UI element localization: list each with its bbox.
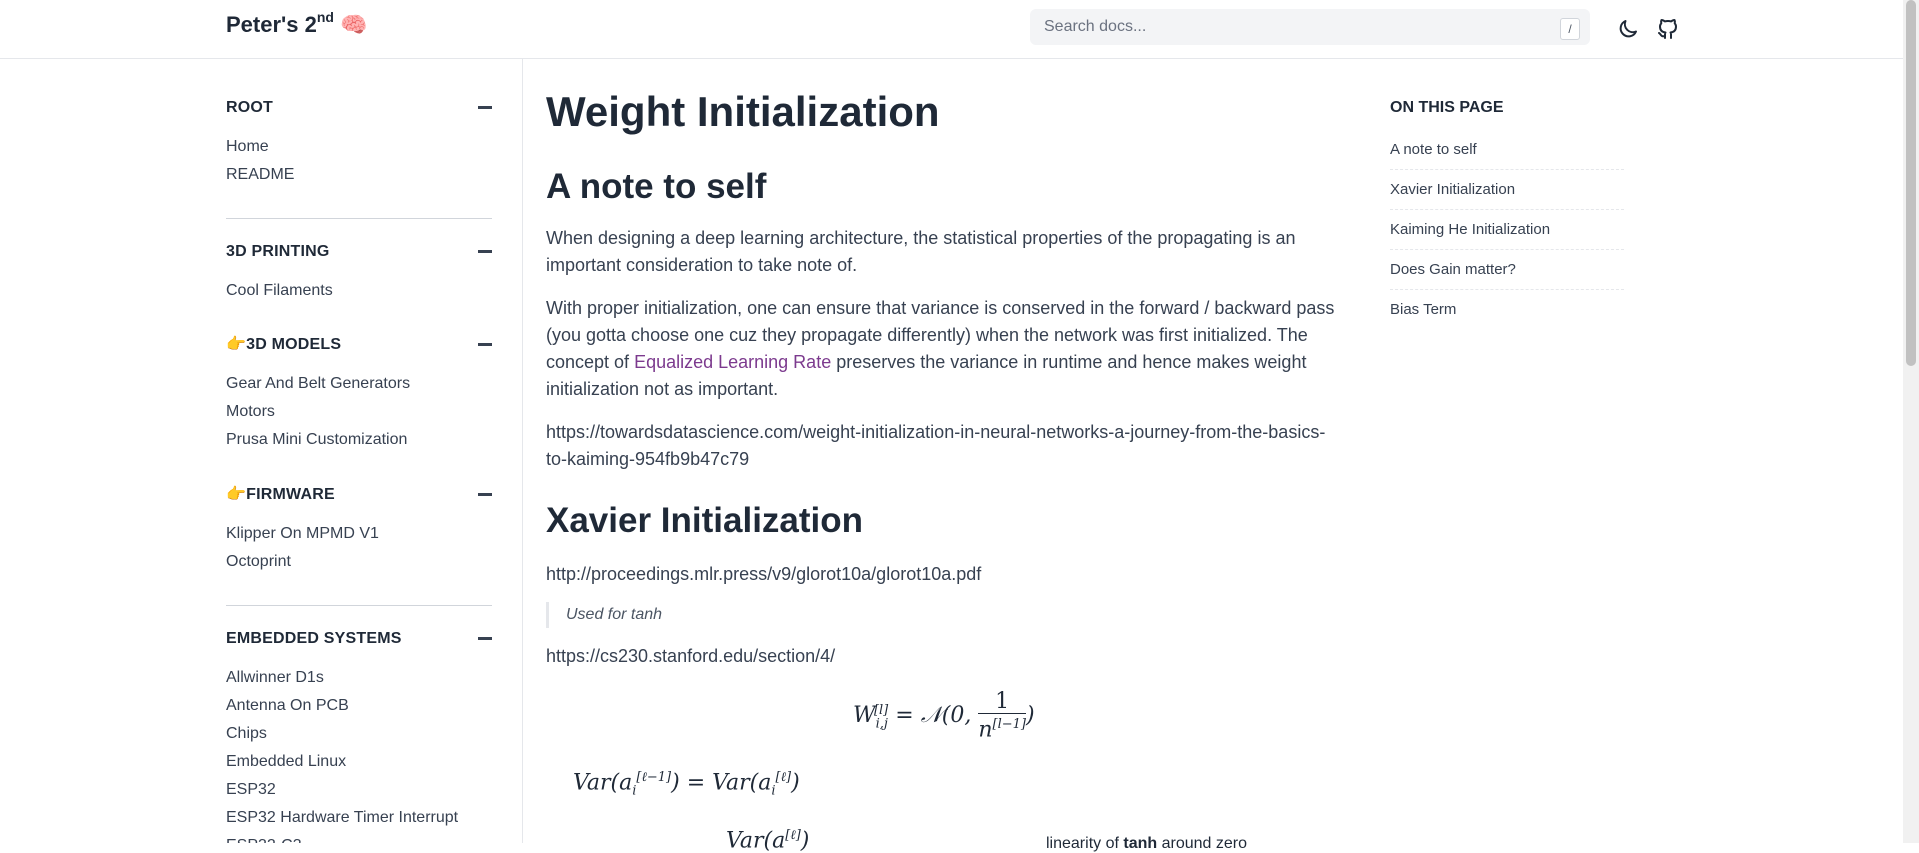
toc-item-bias[interactable]: Bias Term xyxy=(1390,290,1624,329)
toc-item-kaiming[interactable]: Kaiming He Initialization xyxy=(1390,210,1624,250)
collapse-icon[interactable] xyxy=(478,250,492,253)
reference-url-stanford: https://cs230.stanford.edu/section/4/ xyxy=(546,646,836,666)
section-title-text: ROOT xyxy=(226,99,274,116)
section-title-text: 👉3D MODELS xyxy=(226,336,342,353)
collapse-icon[interactable] xyxy=(478,493,492,496)
heading-note-to-self: A note to self xyxy=(546,167,767,206)
equalized-learning-rate-link[interactable]: Equalized Learning Rate xyxy=(634,352,831,372)
moon-icon[interactable] xyxy=(1616,17,1640,41)
sidebar-nav: ROOT Home README 3D PRINTING Cool Filame… xyxy=(0,59,523,843)
partial-text-2: around zero xyxy=(1161,835,1247,852)
sidebar-section-3d-printing: 3D PRINTING Cool Filaments xyxy=(226,241,492,305)
collapse-icon[interactable] xyxy=(478,637,492,640)
sidebar-section-firmware: 👉FIRMWARE Klipper On MPMD V1 Octoprint xyxy=(226,484,492,576)
partial-text-bold: tanh xyxy=(1123,835,1158,852)
sidebar-item-allwinner[interactable]: Allwinner D1s xyxy=(226,664,492,692)
sidebar-section-title[interactable]: 3D PRINTING xyxy=(226,241,492,263)
reference-url-towardsdatascience: https://towardsdatascience.com/weight-in… xyxy=(546,422,1326,469)
sidebar-item-readme[interactable]: README xyxy=(226,161,492,189)
sidebar-section-embedded: EMBEDDED SYSTEMS Allwinner D1s Antenna O… xyxy=(226,628,492,843)
sidebar-item-esp32-c3[interactable]: ESP32-C3 xyxy=(226,832,492,843)
sidebar-item-motors[interactable]: Motors xyxy=(226,398,492,426)
blockquote: Used for tanh xyxy=(546,602,662,628)
partial-text: linearity of tanh around zero xyxy=(1046,835,1247,853)
sidebar-item-cool-filaments[interactable]: Cool Filaments xyxy=(226,277,492,305)
toc-title: ON THIS PAGE xyxy=(1390,99,1504,116)
sidebar-section-root: ROOT Home README xyxy=(226,97,492,189)
heading-xavier: Xavier Initialization xyxy=(546,501,864,540)
sidebar-item-esp32-timer[interactable]: ESP32 Hardware Timer Interrupt xyxy=(226,804,492,832)
section-title-text: 👉FIRMWARE xyxy=(226,486,335,503)
section-title-text: EMBEDDED SYSTEMS xyxy=(226,630,402,647)
sidebar-section-title[interactable]: EMBEDDED SYSTEMS xyxy=(226,628,492,650)
sidebar-item-gear-belt[interactable]: Gear And Belt Generators xyxy=(226,370,492,398)
sidebar-section-title[interactable]: 👉3D MODELS xyxy=(226,334,492,356)
toc-item-note[interactable]: A note to self xyxy=(1390,130,1624,170)
partial-formula: Var(a[ℓ]) xyxy=(726,828,810,853)
toc-item-xavier[interactable]: Xavier Initialization xyxy=(1390,170,1624,210)
partial-text-1: linearity of xyxy=(1046,835,1119,852)
search-box[interactable]: / xyxy=(1030,9,1590,45)
page-title: Weight Initialization xyxy=(546,88,940,135)
sidebar-item-esp32[interactable]: ESP32 xyxy=(226,776,492,804)
site-brand[interactable]: Peter's 2nd 🧠 xyxy=(226,9,368,38)
sidebar-section-title[interactable]: 👉FIRMWARE xyxy=(226,484,492,506)
brand-sup[interactable]: nd xyxy=(317,9,334,25)
brain-icon: 🧠 xyxy=(339,12,368,37)
sidebar-divider xyxy=(226,605,492,606)
paragraph-intro: When designing a deep learning architect… xyxy=(546,228,1296,275)
variance-formula: Var(ai[ℓ−1]) = Var(ai[ℓ]) xyxy=(573,770,800,799)
paragraph-initialization: With proper initialization, one can ensu… xyxy=(546,295,1346,403)
sidebar-item-prusa-mini[interactable]: Prusa Mini Customization xyxy=(226,426,492,454)
sidebar-divider xyxy=(226,218,492,219)
sidebar-item-chips[interactable]: Chips xyxy=(226,720,492,748)
sidebar-item-klipper[interactable]: Klipper On MPMD V1 xyxy=(226,520,492,548)
toc-item-gain[interactable]: Does Gain matter? xyxy=(1390,250,1624,290)
reference-url-glorot: http://proceedings.mlr.press/v9/glorot10… xyxy=(546,564,982,584)
page-scrollbar[interactable] xyxy=(1903,0,1919,843)
search-shortcut-key: / xyxy=(1560,18,1580,40)
xavier-formula: Wi,j[l] = 𝒩(0, 1 n[l−1]) xyxy=(853,689,1035,743)
section-title-text: 3D PRINTING xyxy=(226,243,330,260)
sidebar-item-octoprint[interactable]: Octoprint xyxy=(226,548,492,576)
collapse-icon[interactable] xyxy=(478,343,492,346)
sidebar-section-3d-models: 👉3D MODELS Gear And Belt Generators Moto… xyxy=(226,334,492,454)
brand-text[interactable]: Peter's 2 xyxy=(226,12,317,37)
top-header: Peter's 2nd 🧠 / xyxy=(0,0,1903,59)
sidebar-item-home[interactable]: Home xyxy=(226,133,492,161)
sidebar-item-embedded-linux[interactable]: Embedded Linux xyxy=(226,748,492,776)
scrollbar-thumb[interactable] xyxy=(1906,0,1916,366)
sidebar-item-antenna[interactable]: Antenna On PCB xyxy=(226,692,492,720)
collapse-icon[interactable] xyxy=(478,106,492,109)
github-icon[interactable] xyxy=(1656,17,1680,41)
search-input[interactable] xyxy=(1030,9,1590,45)
table-of-contents: ON THIS PAGE A note to self Xavier Initi… xyxy=(1390,97,1624,329)
sidebar-section-title[interactable]: ROOT xyxy=(226,97,492,119)
